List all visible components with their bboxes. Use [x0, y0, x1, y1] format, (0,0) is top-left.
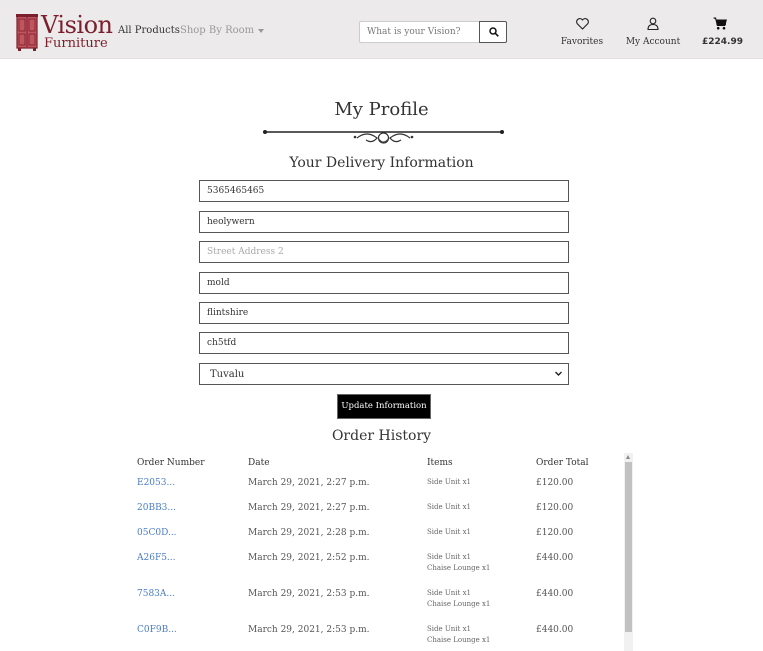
order-date: March 29, 2021, 2:53 p.m.	[248, 625, 370, 635]
street-address-1-field[interactable]	[199, 211, 569, 233]
town-field[interactable]	[199, 272, 569, 294]
order-date: March 29, 2021, 2:52 p.m.	[248, 553, 370, 563]
heart-icon	[575, 18, 589, 30]
phone-field[interactable]	[199, 180, 569, 202]
nav-shop-by-room[interactable]: Shop By Room	[180, 25, 265, 36]
order-number-link[interactable]: C0F9B...	[137, 625, 177, 635]
order-number-link[interactable]: 7583A...	[137, 589, 175, 599]
my-account-label: My Account	[625, 37, 681, 47]
column-header-order-number: Order Number	[137, 458, 205, 468]
order-items: Side Unit x1 Chaise Lounge x1	[427, 624, 490, 646]
order-number-link[interactable]: A26F5...	[137, 553, 176, 563]
scroll-up-arrow-icon[interactable]	[626, 455, 630, 459]
order-item: Side Unit x1	[427, 625, 471, 633]
nav-shop-label: Shop By Room	[180, 25, 255, 36]
order-items: Side Unit x1 Chaise Lounge x1	[427, 552, 490, 574]
order-total: £440.00	[536, 553, 574, 563]
order-history-scrollbar[interactable]	[624, 453, 633, 651]
street-address-2-field[interactable]	[199, 241, 569, 263]
brand-subtitle: Furniture	[44, 36, 108, 51]
search-icon	[489, 27, 499, 37]
column-header-date: Date	[248, 458, 270, 468]
search-input[interactable]	[359, 21, 480, 43]
nav-all-products[interactable]: All Products	[118, 25, 180, 36]
ornamental-divider	[263, 130, 504, 144]
page-title: My Profile	[334, 99, 429, 120]
order-total: £120.00	[536, 528, 574, 538]
order-item: Chaise Lounge x1	[427, 600, 491, 608]
order-items: Side Unit x1	[427, 527, 471, 538]
delivery-info-title: Your Delivery Information	[289, 155, 474, 171]
order-number-link[interactable]: 20BB3...	[137, 503, 176, 513]
postcode-field[interactable]	[199, 332, 569, 354]
order-total: £440.00	[536, 625, 574, 635]
order-total: £440.00	[536, 589, 574, 599]
county-field[interactable]	[199, 302, 569, 324]
column-header-order-total: Order Total	[536, 458, 589, 468]
favorites-label: Favorites	[560, 37, 604, 47]
brand-title: Vision	[41, 11, 113, 39]
country-select[interactable]: Tuvalu	[199, 363, 569, 385]
order-item: Side Unit x1	[427, 503, 471, 511]
order-number-link[interactable]: E2053...	[137, 478, 175, 488]
order-total: £120.00	[536, 478, 574, 488]
wardrobe-icon	[16, 14, 38, 51]
order-item: Chaise Lounge x1	[427, 636, 491, 644]
order-date: March 29, 2021, 2:28 p.m.	[248, 528, 370, 538]
country-select-value: Tuvalu	[210, 369, 245, 380]
order-item: Side Unit x1	[427, 478, 471, 486]
cart-total: £224.99	[702, 37, 743, 47]
cart-icon	[713, 17, 727, 30]
order-total: £120.00	[536, 503, 574, 513]
order-date: March 29, 2021, 2:27 p.m.	[248, 478, 370, 488]
order-items: Side Unit x1	[427, 477, 471, 488]
order-items: Side Unit x1	[427, 502, 471, 513]
order-item: Side Unit x1	[427, 589, 471, 597]
order-item: Side Unit x1	[427, 553, 471, 561]
update-information-button[interactable]: Update Information	[337, 394, 431, 419]
chevron-down-icon	[555, 371, 562, 376]
scrollbar-thumb[interactable]	[625, 462, 632, 632]
my-account-link[interactable]: My Account	[625, 15, 681, 47]
favorites-link[interactable]: Favorites	[560, 15, 604, 47]
order-date: March 29, 2021, 2:27 p.m.	[248, 503, 370, 513]
order-items: Side Unit x1 Chaise Lounge x1	[427, 588, 490, 610]
cart-link[interactable]: £224.99	[702, 15, 743, 47]
site-header: Vision Furniture All Products Shop By Ro…	[0, 0, 763, 59]
order-item: Side Unit x1	[427, 528, 471, 536]
order-history-title: Order History	[331, 428, 432, 444]
caret-down-icon	[258, 28, 265, 33]
order-number-link[interactable]: 05C0D...	[137, 528, 177, 538]
brand-logo[interactable]: Vision Furniture	[16, 11, 113, 53]
search-button[interactable]	[479, 21, 507, 43]
column-header-items: Items	[427, 458, 453, 468]
order-item: Chaise Lounge x1	[427, 564, 491, 572]
order-date: March 29, 2021, 2:53 p.m.	[248, 589, 370, 599]
user-icon	[647, 17, 659, 31]
